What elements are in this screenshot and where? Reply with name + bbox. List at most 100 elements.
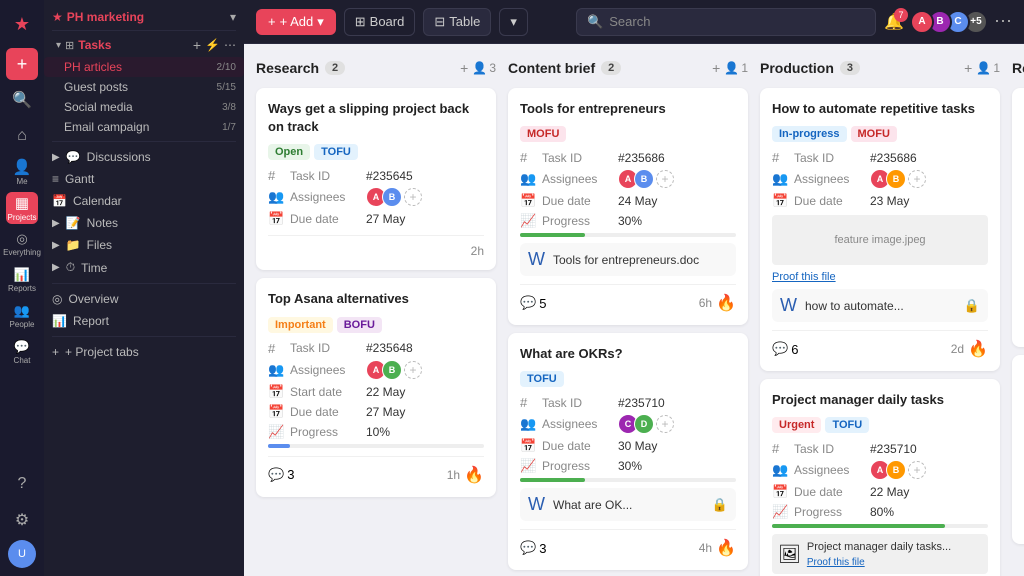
project-chevron-icon[interactable]: ▾ xyxy=(230,10,236,24)
hashtag-icon-5: # xyxy=(772,150,788,165)
everything-nav-icon[interactable]: ◎ Everything xyxy=(6,228,38,260)
files-icon: 📁 xyxy=(66,238,81,252)
reports-nav-icon[interactable]: 📊 Reports xyxy=(6,264,38,296)
sidebar-item-notes[interactable]: ▶ 📝 Notes xyxy=(44,212,244,234)
sidebar-project-header[interactable]: ★ PH marketing ▾ xyxy=(44,8,244,26)
projects-nav-icon[interactable]: ▦ Projects xyxy=(6,192,38,224)
chat-nav-icon[interactable]: 💬 Chat xyxy=(6,336,38,368)
sidebar-item-social-media[interactable]: Social media 3/8 xyxy=(44,97,244,117)
card-top-asana[interactable]: Top Asana alternatives Important BOFU # … xyxy=(256,278,496,496)
calendar-icon-2: 📅 xyxy=(268,404,284,420)
card-what-are-okrs[interactable]: What are OKRs? TOFU # Task ID #235710 👥 … xyxy=(508,333,748,570)
more-views-icon: ▾ xyxy=(510,14,517,30)
card-footer-right-5: 2d 🔥 xyxy=(951,339,988,359)
card-start-date-row: 📅 Start date 22 May xyxy=(268,384,484,400)
people-nav-icon[interactable]: 👥 People xyxy=(6,300,38,332)
comment-icon: 💬 xyxy=(268,467,284,483)
research-add-icon[interactable]: + xyxy=(460,60,468,76)
hashtag-icon-4: # xyxy=(520,395,536,410)
add-button[interactable]: + xyxy=(6,48,38,80)
logo-icon[interactable]: ★ xyxy=(6,8,38,40)
search-nav-icon[interactable]: 🔍 xyxy=(6,84,38,116)
sidebar-item-time[interactable]: ▶ ⏱ Time xyxy=(44,256,244,279)
ph-articles-count: 2/10 xyxy=(217,62,236,73)
production-actions: + 👤1 xyxy=(964,60,1000,76)
add-assignee-icon-5[interactable]: + xyxy=(908,170,926,188)
card-task-id-row-4: # Task ID #235710 xyxy=(520,395,736,410)
production-add-icon[interactable]: + xyxy=(964,60,972,76)
sidebar-item-calendar[interactable]: 📅 Calendar xyxy=(44,190,244,212)
card-making-mistakes[interactable]: Making mistak... TOFU # Task ID 👥 Assign… xyxy=(1012,355,1024,543)
add-assignee-icon-2[interactable]: + xyxy=(404,361,422,379)
board-view-button[interactable]: ⊞ Board xyxy=(344,8,416,36)
task-id-value-4: #235710 xyxy=(618,396,665,410)
sidebar-item-discussions[interactable]: ▶ 💬 Discussions xyxy=(44,146,244,168)
search-bar[interactable]: 🔍 Search xyxy=(576,8,876,36)
home-nav-icon[interactable]: ⌂ xyxy=(6,120,38,152)
more-options-button[interactable]: ⋯ xyxy=(994,11,1012,32)
assignees-icon-5: 👥 xyxy=(772,171,788,187)
filter-task-icon[interactable]: ⚡ xyxy=(205,38,220,52)
sidebar-item-gantt[interactable]: ≡ Gantt xyxy=(44,168,244,190)
table-view-button[interactable]: ⊟ Table xyxy=(423,8,491,36)
proof-link-2[interactable]: Proof this file xyxy=(807,557,865,568)
notification-button[interactable]: 🔔 7 xyxy=(884,12,904,32)
more-views-button[interactable]: ▾ xyxy=(499,8,528,36)
add-button[interactable]: + + Add ▾ xyxy=(256,9,336,35)
ph-articles-label: PH articles xyxy=(64,60,122,74)
card-pm-title: Project manager daily tasks xyxy=(772,391,988,409)
search-placeholder: Search xyxy=(609,14,650,29)
comment-count-4[interactable]: 💬 3 xyxy=(520,540,546,556)
tag-mofu-2: MOFU xyxy=(851,126,897,142)
progress-bar-6 xyxy=(772,524,945,528)
add-assignee-icon-3[interactable]: + xyxy=(656,170,674,188)
add-assignee-icon-6[interactable]: + xyxy=(908,461,926,479)
card-tools-entrepreneurs[interactable]: Tools for entrepreneurs MOFU # Task ID #… xyxy=(508,88,748,325)
sidebar-item-files[interactable]: ▶ 📁 Files xyxy=(44,234,244,256)
add-assignee-icon[interactable]: + xyxy=(404,188,422,206)
add-assignee-icon-4[interactable]: + xyxy=(656,415,674,433)
assignee-3-2: B xyxy=(634,169,654,189)
member-avatars[interactable]: A B C +5 xyxy=(910,10,988,34)
assignees-icon-6: 👥 xyxy=(772,462,788,478)
proof-link[interactable]: Proof this file xyxy=(772,271,988,283)
card-ways-slipping[interactable]: Ways get a slipping project back on trac… xyxy=(256,88,496,270)
guest-posts-label: Guest posts xyxy=(64,80,128,94)
card-how-to-better[interactable]: How to better h...deadlines as a... MOFU… xyxy=(1012,88,1024,347)
sidebar-item-report[interactable]: 📊 Report xyxy=(44,310,244,332)
progress-bar-wrap-4 xyxy=(520,478,736,482)
feature-image-label: feature image.jpeg xyxy=(834,234,925,246)
comment-count-3[interactable]: 💬 5 xyxy=(520,295,546,311)
sidebar-item-guest-posts[interactable]: Guest posts 5/15 xyxy=(44,77,244,97)
sidebar-item-ph-articles[interactable]: PH articles 2/10 xyxy=(44,57,244,77)
card-automate-tasks[interactable]: How to automate repetitive tasks In-prog… xyxy=(760,88,1000,371)
tag-tofu-3: TOFU xyxy=(825,417,869,433)
settings-icon[interactable]: ⚙ xyxy=(6,504,38,536)
assignees-label-4: Assignees xyxy=(542,417,612,431)
card-tools-title: Tools for entrepreneurs xyxy=(520,100,736,118)
add-task-icon[interactable]: + xyxy=(193,37,201,53)
sidebar-item-overview[interactable]: ◎ Overview xyxy=(44,288,244,310)
table-label: Table xyxy=(449,14,480,29)
assignee-group-4: C D + xyxy=(618,414,674,434)
time-chevron-icon: ▶ xyxy=(52,262,60,273)
assignees-label-2: Assignees xyxy=(290,363,360,377)
column-research: Research 2 + 👤3 Ways get a slipping proj… xyxy=(256,56,496,564)
card-project-manager[interactable]: Project manager daily tasks Urgent TOFU … xyxy=(760,379,1000,576)
assignees-label-3: Assignees xyxy=(542,172,612,186)
comment-count[interactable]: 💬 3 xyxy=(268,467,294,483)
chevron-tasks-icon[interactable]: ▾ xyxy=(56,40,61,51)
add-project-tabs-button[interactable]: + + Project tabs xyxy=(44,341,244,363)
sidebar-item-email-campaign[interactable]: Email campaign 1/7 xyxy=(44,117,244,137)
content-brief-add-icon[interactable]: + xyxy=(712,60,720,76)
user-avatar[interactable]: U xyxy=(8,540,36,568)
comment-count-5[interactable]: 💬 6 xyxy=(772,341,798,357)
help-icon[interactable]: ? xyxy=(6,468,38,500)
more-task-icon[interactable]: ⋯ xyxy=(224,38,236,52)
assignees-label-5: Assignees xyxy=(794,172,864,186)
discussions-chevron-icon: ▶ xyxy=(52,152,60,163)
calendar-icon-5: 📅 xyxy=(772,193,788,209)
card-footer-4: 💬 3 4h 🔥 xyxy=(520,529,736,558)
main-area: + + Add ▾ ⊞ Board ⊟ Table ▾ 🔍 Search 🔔 7… xyxy=(244,0,1024,576)
me-nav-icon[interactable]: 👤 Me xyxy=(6,156,38,188)
